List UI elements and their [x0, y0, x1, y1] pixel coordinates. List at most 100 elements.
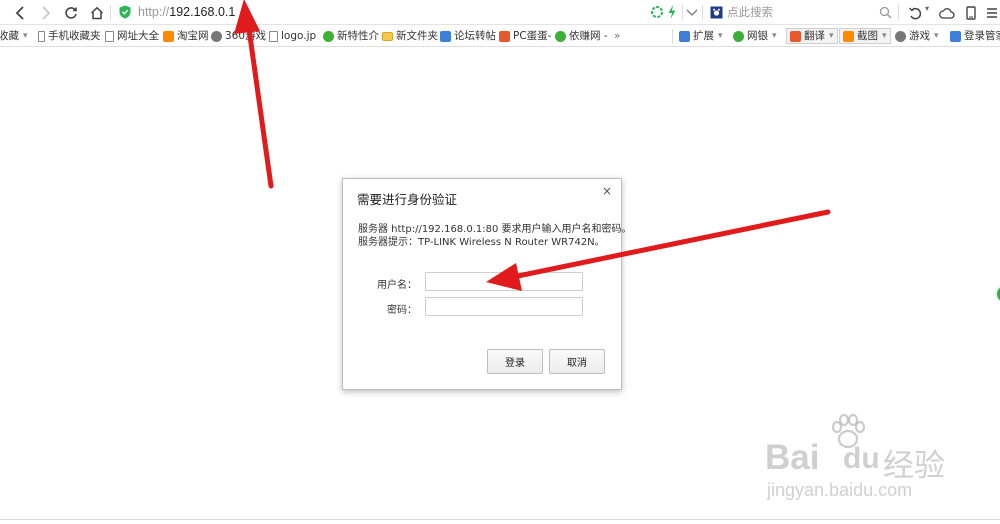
security-shield-icon: [119, 5, 131, 19]
bookmark-label: 新文件夹: [396, 30, 438, 42]
earn-icon: [555, 31, 566, 42]
separator: [682, 5, 683, 20]
pc-icon: [499, 31, 510, 42]
separator: [702, 5, 703, 20]
bookmark-item[interactable]: 360游戏: [211, 29, 266, 44]
bookmark-item[interactable]: 依赚网 -: [555, 29, 608, 44]
separator: [110, 5, 111, 20]
search-box[interactable]: 点此搜索: [707, 4, 894, 21]
chevron-down-icon: ▾: [718, 31, 723, 41]
reload-button[interactable]: [61, 3, 81, 22]
forward-button[interactable]: [36, 3, 56, 22]
bookmark-label: 360游戏: [225, 30, 267, 42]
phone-icon: [38, 31, 45, 42]
navigation-bar: http://192.168.0.1 点此搜索 ▾: [0, 0, 1000, 25]
watermark-url: jingyan.baidu.com: [767, 480, 913, 500]
bookmark-label: 网址大全: [117, 30, 159, 42]
close-button[interactable]: ×: [601, 184, 613, 198]
chevron-down-icon[interactable]: [685, 4, 699, 21]
floating-sidebar-toggle[interactable]: [995, 284, 1000, 304]
bookmark-label: 收藏: [0, 30, 19, 42]
toolbar-label: 游戏: [909, 30, 930, 42]
cancel-button[interactable]: 取消: [549, 349, 605, 374]
username-label: 用户名：: [377, 280, 417, 291]
page-icon: [105, 31, 114, 42]
toolbar-label: 登录管家: [964, 30, 1000, 42]
dialog-title: 需要进行身份验证: [357, 192, 458, 207]
bank-icon: [733, 31, 744, 42]
search-engine-icon: [710, 6, 723, 19]
taobao-icon: [163, 31, 174, 42]
watermark-brand: Bai: [765, 438, 820, 477]
bookmark-label: 依赚网 -: [569, 30, 608, 42]
chevron-down-icon: ▾: [882, 30, 887, 41]
bookmark-label: 手机收藏夹: [48, 30, 101, 42]
cloud-icon: [939, 7, 955, 19]
bookmark-item[interactable]: 论坛转帖: [440, 29, 496, 44]
undo-button[interactable]: [905, 3, 925, 22]
username-field[interactable]: [425, 272, 583, 291]
auth-dialog: 需要进行身份验证 × 服务器 http://192.168.0.1:80 要求用…: [342, 178, 632, 390]
toolbar-label: 截图: [857, 29, 878, 42]
bookmark-favorites[interactable]: 收藏 ▾: [0, 29, 28, 44]
bookmark-folder[interactable]: 新文件夹: [382, 29, 438, 44]
browser-window: http://192.168.0.1 点此搜索 ▾ 收藏 ▾ 手机收藏夹 网址大…: [0, 0, 1000, 524]
baidu-jingyan-watermark: Bai du 经验 jingyan.baidu.com: [740, 412, 970, 507]
toolbar-screenshot[interactable]: 截图 ▾: [839, 28, 891, 44]
chevron-down-icon: ▾: [23, 31, 28, 41]
url-host: 192.168.0.1: [169, 5, 236, 19]
separator: [672, 29, 673, 44]
home-button[interactable]: [87, 3, 107, 22]
translate-icon: [790, 30, 801, 42]
toolbar-translate[interactable]: 翻译 ▾: [786, 28, 838, 44]
login-icon: [950, 31, 961, 42]
menu-icon: [987, 7, 997, 18]
chevron-down-icon[interactable]: ▾: [925, 4, 929, 21]
address-bar[interactable]: http://192.168.0.1: [138, 4, 235, 21]
bookmark-item[interactable]: 网址大全: [105, 29, 159, 44]
bookmark-label: logo.jp: [281, 30, 317, 42]
back-button[interactable]: [10, 3, 30, 22]
bookmarks-bar: 收藏 ▾ 手机收藏夹 网址大全 淘宝网 360游戏 logo.jp 新特性介 新文…: [0, 26, 1000, 47]
cloud-button[interactable]: [937, 3, 957, 22]
lightning-icon[interactable]: [667, 4, 677, 21]
watermark-brand-cn: 经验: [883, 448, 945, 484]
dialog-message: 服务器 http://192.168.0.1:80 要求用户输入用户名和密码。: [358, 224, 632, 235]
search-icon[interactable]: [879, 6, 892, 19]
bookmark-overflow[interactable]: »: [614, 29, 620, 44]
toolbar-bank[interactable]: 网银 ▾: [733, 29, 777, 44]
toolbar-label: 网银: [747, 30, 768, 42]
bookmark-label: 新特性介: [337, 30, 379, 42]
password-field[interactable]: [425, 297, 583, 316]
chevron-down-icon: ▾: [934, 31, 939, 41]
screenshot-icon: [843, 30, 854, 42]
bookmark-item[interactable]: 淘宝网: [163, 29, 209, 44]
speed-mode-icon[interactable]: [651, 4, 663, 21]
extensions-icon: [679, 31, 690, 42]
folder-icon: [382, 32, 393, 41]
bookmark-item[interactable]: 手机收藏夹: [38, 29, 101, 44]
bookmark-label: 论坛转帖: [454, 30, 496, 42]
bookmark-item[interactable]: logo.jp: [269, 29, 316, 44]
back-icon: [15, 5, 24, 20]
forward-icon: [42, 5, 51, 20]
overflow-icon: »: [614, 30, 621, 42]
undo-icon: [909, 7, 922, 19]
bookmark-item[interactable]: 新特性介: [323, 29, 379, 44]
login-button[interactable]: 登录: [487, 349, 543, 374]
bookmark-item[interactable]: PC蛋蛋-: [499, 29, 551, 44]
toolbar-label: 扩展: [693, 30, 714, 42]
reload-icon: [65, 6, 77, 19]
chevron-down-icon: ▾: [772, 31, 777, 41]
toolbar-extensions[interactable]: 扩展 ▾: [679, 29, 723, 44]
leaf-icon: [323, 31, 334, 42]
chevron-down-icon: ▾: [829, 30, 834, 41]
gamepad-icon: [211, 31, 222, 42]
bookmark-label: 淘宝网: [177, 30, 209, 42]
menu-button[interactable]: [982, 3, 1000, 22]
mobile-button[interactable]: [961, 3, 981, 22]
server-hint: 服务器提示：TP-LINK Wireless N Router WR742N。: [358, 237, 605, 248]
toolbar-game[interactable]: 游戏 ▾: [895, 29, 939, 44]
game-icon: [895, 31, 906, 42]
toolbar-login[interactable]: 登录管家: [950, 29, 1000, 44]
